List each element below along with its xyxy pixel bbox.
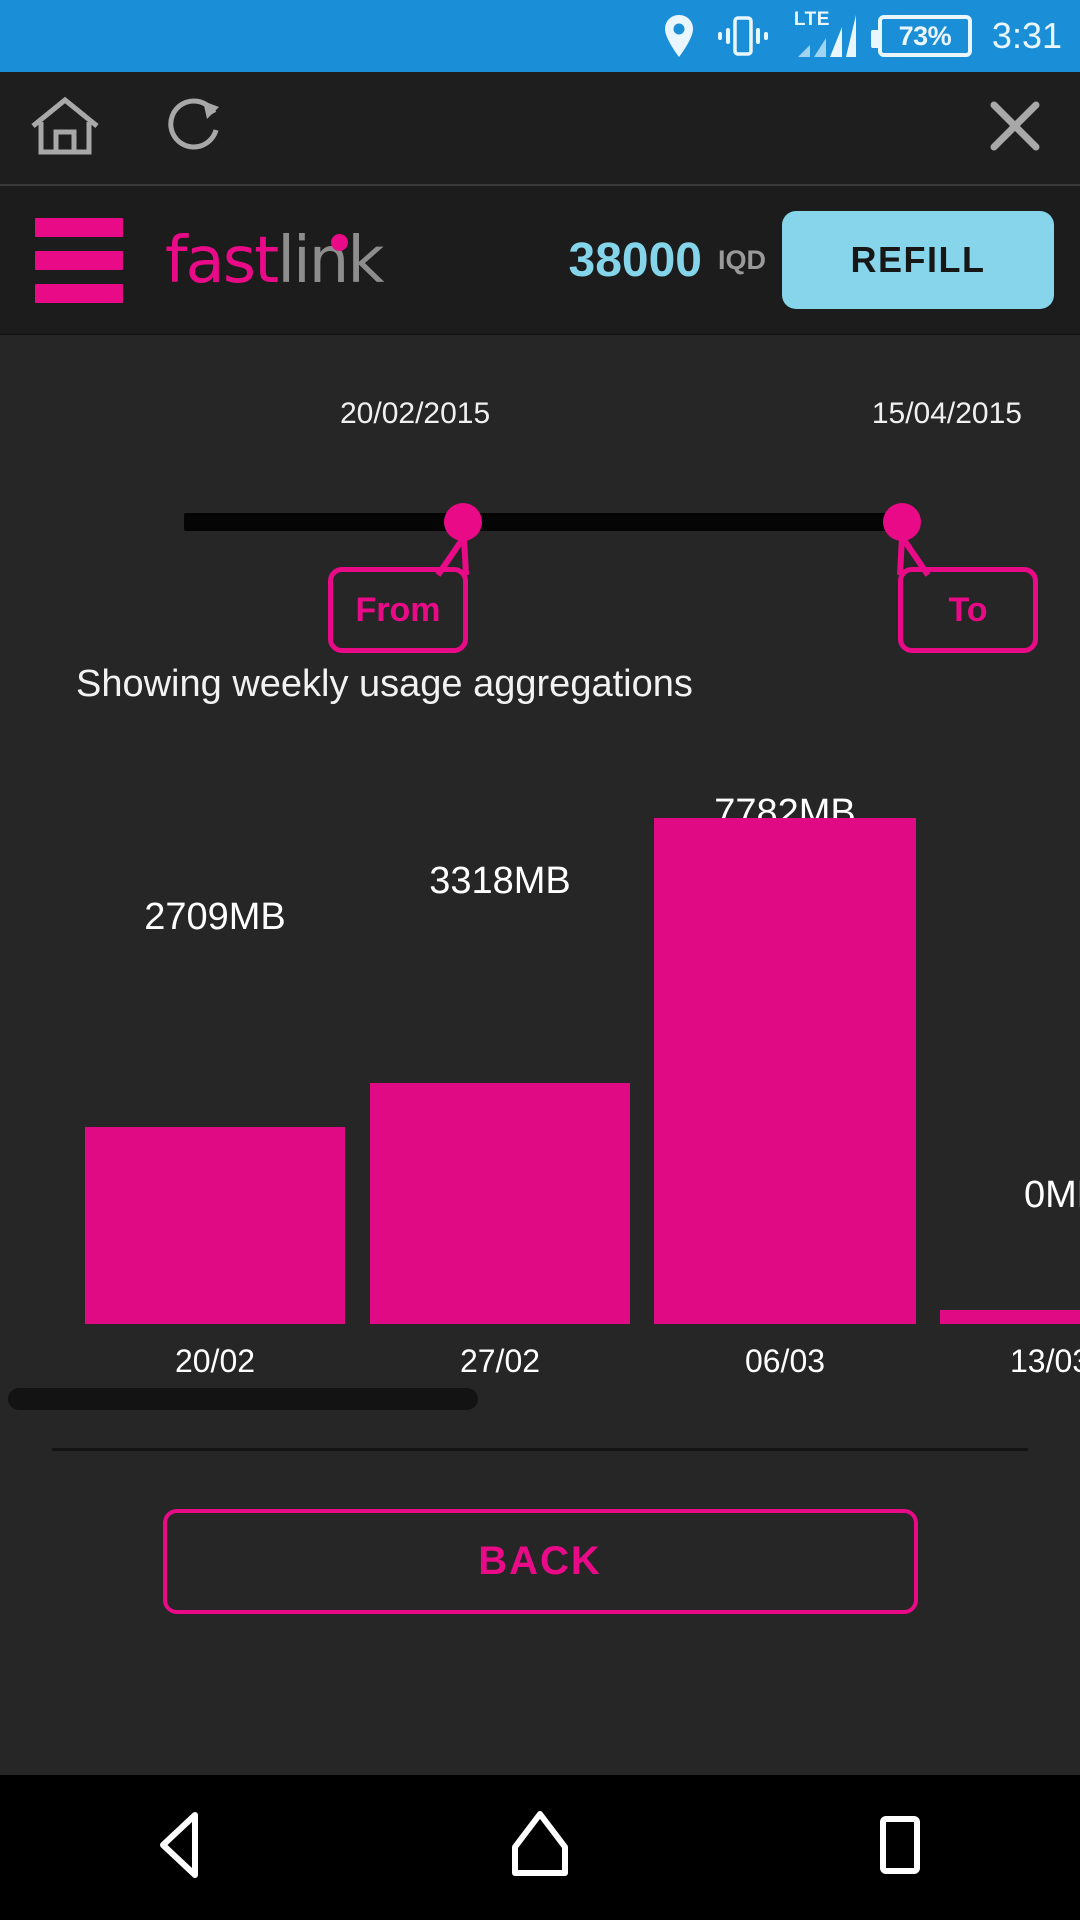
bar-rect[interactable] — [85, 1127, 345, 1324]
recents-square-icon — [871, 1809, 929, 1886]
from-date-label: 20/02/2015 — [340, 397, 491, 430]
nav-recents-button[interactable] — [810, 1775, 990, 1920]
home-icon — [29, 94, 101, 163]
bar-value-label: 3318MB — [429, 860, 571, 902]
to-date-label: 15/04/2015 — [871, 397, 1022, 430]
clock-label: 3:31 — [991, 15, 1062, 56]
menu-icon-bar-3 — [35, 283, 123, 303]
browser-toolbar — [0, 72, 1080, 186]
home-pentagon-icon — [507, 1809, 573, 1886]
logo-dot-icon — [331, 233, 348, 251]
from-bubble-button[interactable]: From — [328, 567, 468, 653]
nav-home-button[interactable] — [450, 1775, 630, 1920]
location-pin-icon — [664, 15, 694, 57]
app-header: fastlink 38000 IQD REFILL — [0, 186, 1080, 335]
status-bar: LTE 73% 3:31 — [0, 0, 1080, 72]
logo-text-link: link — [277, 223, 384, 298]
back-triangle-icon — [149, 1809, 211, 1886]
footer-divider — [52, 1448, 1028, 1451]
bar-rect[interactable] — [370, 1083, 630, 1324]
nav-back-button[interactable] — [90, 1775, 270, 1920]
slider-track[interactable] — [184, 513, 902, 531]
bar-category-label: 27/02 — [459, 1343, 541, 1379]
date-range-labels: 20/02/2015 15/04/2015 — [0, 397, 1080, 457]
bar-rect[interactable] — [940, 1310, 1080, 1324]
battery-indicator: 73% — [870, 15, 972, 57]
battery-percent-label: 73% — [898, 20, 952, 51]
scrollbar-thumb[interactable] — [8, 1388, 478, 1410]
home-button[interactable] — [0, 71, 130, 185]
bar-rect[interactable] — [654, 818, 916, 1324]
menu-button[interactable] — [35, 217, 123, 303]
signal-bars-icon: LTE — [792, 9, 858, 59]
chart-horizontal-scrollbar[interactable] — [0, 1388, 1080, 1414]
menu-icon-bar-2 — [35, 250, 123, 270]
phone-screen: LTE 73% 3:31 fastlink 38000 IQD REFILL 2… — [0, 0, 1080, 1920]
network-type-label: LTE — [793, 9, 830, 30]
bar-value-label: 0MB — [1024, 1174, 1080, 1216]
close-icon — [986, 97, 1044, 160]
bar-category-label: 13/03 — [1010, 1343, 1080, 1379]
fastlink-logo: fastlink — [165, 228, 384, 293]
usage-bar-chart[interactable]: 2709MB 20/02 3318MB 27/02 7782MB 06/03 0… — [0, 754, 1080, 1384]
android-navigation-bar — [0, 1775, 1080, 1920]
balance-amount: 38000 — [568, 233, 702, 287]
vibrate-icon — [714, 15, 772, 57]
date-range-slider[interactable]: From To — [0, 469, 1080, 653]
close-button[interactable] — [950, 71, 1080, 185]
refill-button[interactable]: REFILL — [782, 211, 1054, 309]
content-area: 20/02/2015 15/04/2015 From To Showing we… — [0, 335, 1080, 1775]
bar-category-label: 20/02 — [174, 1343, 256, 1379]
chart-caption: Showing weekly usage aggregations — [76, 663, 693, 705]
refresh-icon — [162, 93, 228, 164]
balance-area: 38000 IQD REFILL — [569, 211, 1080, 309]
menu-icon-bar-1 — [35, 217, 123, 237]
back-button[interactable]: BACK — [162, 1509, 918, 1614]
balance-currency: IQD — [717, 244, 766, 275]
to-bubble-button[interactable]: To — [898, 567, 1038, 653]
bar-value-label: 2709MB — [144, 896, 286, 938]
refresh-button[interactable] — [130, 71, 260, 185]
logo-text-fast: fast — [165, 223, 279, 298]
bar-category-label: 06/03 — [744, 1343, 826, 1379]
